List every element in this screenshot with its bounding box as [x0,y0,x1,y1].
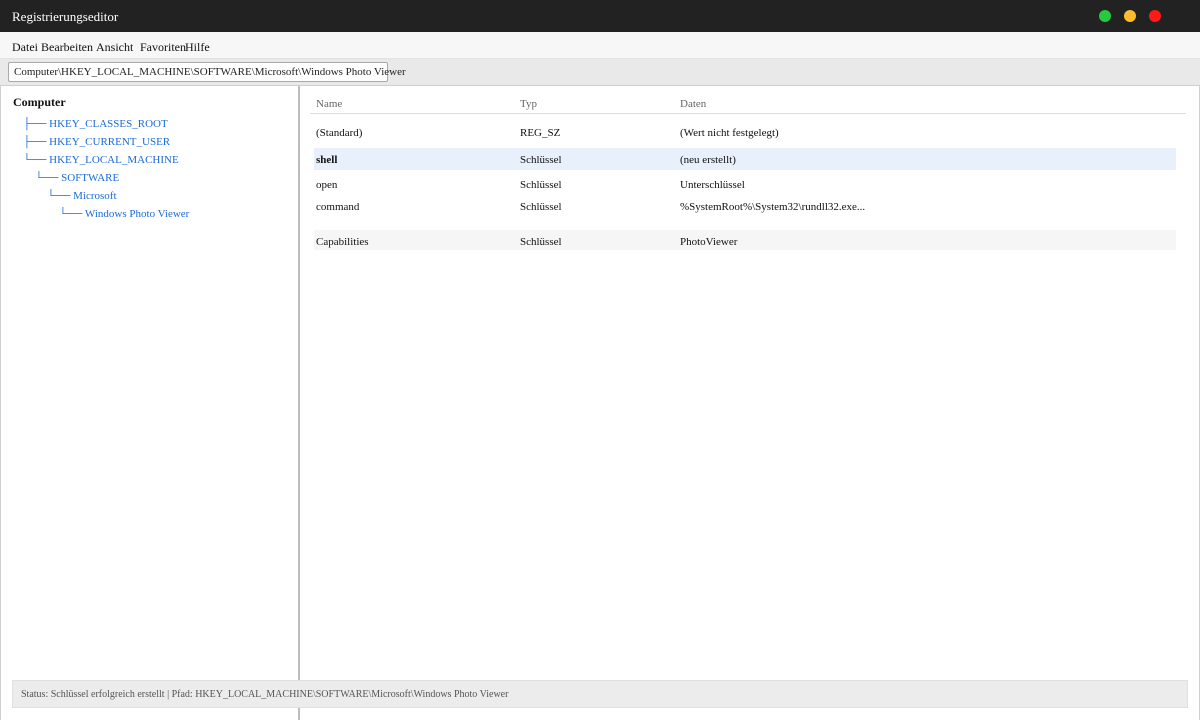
tree-root-computer[interactable]: Computer [13,95,66,109]
table-row[interactable]: open Schlüssel Unterschlüssel [314,173,1176,195]
tree-item-hkey-current-user[interactable]: ├── HKEY_CURRENT_USER [23,136,170,149]
minimize-button[interactable] [1124,10,1136,22]
close-button[interactable] [1149,10,1161,22]
title-bar: Registrierungseditor [0,0,1200,32]
table-row[interactable]: Capabilities Schlüssel PhotoViewer [314,230,1176,250]
row-name: open [316,179,338,191]
row-name: Capabilities [316,236,369,248]
tree-item-hkey-local-machine[interactable]: └── HKEY_LOCAL_MACHINE [23,154,179,167]
row-data: (Wert nicht festgelegt) [680,127,779,139]
row-type: Schlüssel [520,179,562,191]
row-type: Schlüssel [520,201,562,213]
tree-item-windows-photo-viewer[interactable]: └── Windows Photo Viewer [59,208,189,221]
row-data: (neu erstellt) [680,154,736,166]
status-bar: Status: Schlüssel erfolgreich erstellt |… [12,680,1188,708]
table-row[interactable]: command Schlüssel %SystemRoot%\System32\… [314,195,1176,217]
row-type: Schlüssel [520,236,562,248]
tree-item-microsoft[interactable]: └── Microsoft [47,190,117,203]
status-text: Status: Schlüssel erfolgreich erstellt |… [21,689,509,700]
row-data: %SystemRoot%\System32\rundll32.exe... [680,201,866,213]
column-header-type[interactable]: Typ [520,98,537,111]
row-type: REG_SZ [520,127,561,139]
menu-bar: Datei Bearbeiten Ansicht Favoriten Hilfe [0,32,1200,59]
row-data: Unterschlüssel [680,179,745,191]
tree-pane: Computer ├── HKEY_CLASSES_ROOT ├── HKEY_… [0,86,300,720]
menu-favoriten[interactable]: Favoriten [140,40,186,54]
maximize-button[interactable] [1099,10,1111,22]
menu-datei[interactable]: Datei [12,40,38,54]
address-input[interactable]: Computer\HKEY_LOCAL_MACHINE\SOFTWARE\Mic… [8,62,406,82]
row-name: command [316,201,360,213]
column-header-name[interactable]: Name [316,98,342,111]
header-divider [310,113,1186,114]
window-title: Registrierungseditor [12,9,119,24]
row-type: Schlüssel [520,154,562,166]
values-pane: Name Typ Daten (Standard) REG_SZ (Wert n… [302,86,1200,720]
column-header-data[interactable]: Daten [680,98,706,111]
row-name: (Standard) [316,127,363,139]
table-row-selected[interactable]: shell Schlüssel (neu erstellt) [314,148,1176,170]
menu-hilfe[interactable]: Hilfe [185,40,210,54]
tree-item-hkey-classes-root[interactable]: ├── HKEY_CLASSES_ROOT [23,118,168,131]
row-data: PhotoViewer [680,236,738,248]
address-bar: Computer\HKEY_LOCAL_MACHINE\SOFTWARE\Mic… [0,59,1200,86]
menu-ansicht[interactable]: Ansicht [96,40,133,54]
tree-item-software[interactable]: └── SOFTWARE [35,172,119,185]
table-row[interactable]: (Standard) REG_SZ (Wert nicht festgelegt… [314,121,1176,143]
row-name: shell [316,154,338,166]
menu-bearbeiten[interactable]: Bearbeiten [41,40,93,54]
